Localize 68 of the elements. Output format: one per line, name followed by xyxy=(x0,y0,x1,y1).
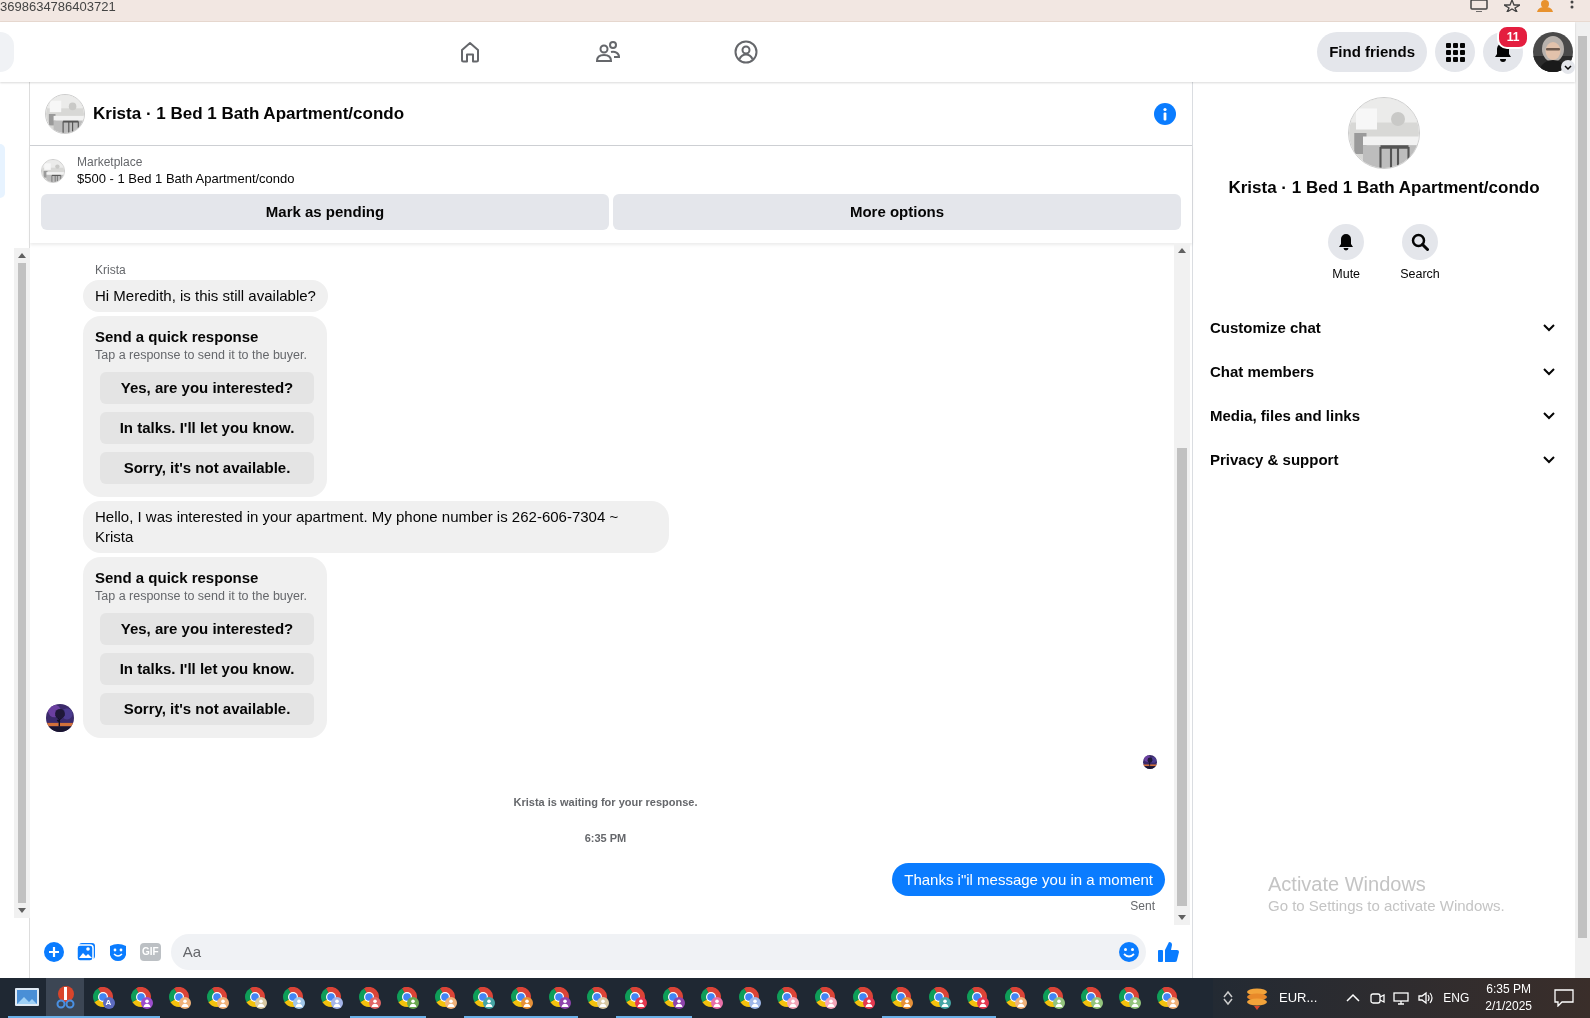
mute-button[interactable] xyxy=(1328,224,1365,260)
photo-viewer-icon[interactable] xyxy=(15,988,39,1006)
clock-time[interactable]: 6:35 PM xyxy=(1485,981,1532,998)
coins-icon[interactable] xyxy=(1244,986,1269,1010)
search-icon xyxy=(1411,233,1429,251)
find-friends-button[interactable]: Find friends xyxy=(1317,32,1427,72)
clock-date[interactable]: 2/1/2025 xyxy=(1485,998,1532,1015)
friends-icon[interactable] xyxy=(595,39,621,65)
section-row[interactable]: Privacy & support xyxy=(1193,438,1575,482)
search-label: Search xyxy=(1400,266,1440,282)
conversation-title: Krista · 1 Bed 1 Bath Apartment/condo xyxy=(1227,177,1541,199)
message-bubble: Thanks i"il message you in a moment xyxy=(892,863,1165,896)
activation-title: Activate Windows xyxy=(1268,872,1427,896)
bell-icon xyxy=(1337,233,1356,251)
more-options-button[interactable]: More options xyxy=(613,194,1181,230)
star-icon[interactable] xyxy=(1504,0,1520,12)
activation-text: Go to Settings to activate Windows. xyxy=(1268,896,1505,916)
notification-badge: 11 xyxy=(1497,25,1529,49)
section-row[interactable]: Media, files and links xyxy=(1193,394,1575,438)
info-icon[interactable] xyxy=(1154,102,1176,125)
scissors-icon[interactable] xyxy=(54,985,76,1009)
quick-response-subtitle: Tap a response to send it to the buyer. xyxy=(95,347,308,363)
message-bubble: Hello, I was interested in your apartment. My phone number is 262-606-7304 ~ Krista xyxy=(83,501,669,553)
quick-response-title: Send a quick response xyxy=(95,568,260,588)
monitor-icon[interactable] xyxy=(1470,0,1488,12)
sent-status: Sent xyxy=(1130,899,1155,913)
mark-pending-button[interactable]: Mark as pending xyxy=(41,194,609,230)
menu-button[interactable] xyxy=(1435,32,1475,72)
grid-icon xyxy=(1445,42,1465,62)
language-indicator[interactable]: ENG xyxy=(1443,989,1470,1007)
widget-text[interactable]: EUR... xyxy=(1278,988,1318,1008)
chevron-down-icon[interactable] xyxy=(1222,998,1233,1006)
mute-label: Mute xyxy=(1332,266,1361,282)
chevron-down-icon[interactable] xyxy=(1561,60,1575,74)
quick-reply-button[interactable]: Sorry, it's not available. xyxy=(100,452,314,484)
sticker-icon[interactable] xyxy=(108,941,128,962)
thumbs-up-icon[interactable] xyxy=(1157,940,1179,963)
waiting-notice: Krista is waiting for your response. xyxy=(512,795,699,809)
listing-title: $500 - 1 Bed 1 Bath Apartment/condo xyxy=(77,170,295,188)
photo-icon[interactable] xyxy=(76,941,96,962)
listing-source: Marketplace xyxy=(77,154,144,170)
chat-title: Krista · 1 Bed 1 Bath Apartment/condo xyxy=(93,102,406,125)
network-icon[interactable] xyxy=(1393,990,1410,1006)
message-input[interactable]: Aa xyxy=(170,933,1146,970)
chevron-up-icon[interactable] xyxy=(1222,990,1233,998)
emoji-icon[interactable] xyxy=(1118,940,1140,963)
search-button[interactable] xyxy=(1402,224,1438,260)
plus-icon[interactable] xyxy=(44,941,64,962)
quick-reply-button[interactable]: Yes, are you interested? xyxy=(100,613,314,645)
camera-icon[interactable] xyxy=(1369,990,1386,1006)
notification-icon[interactable] xyxy=(1554,989,1574,1007)
scrollbar[interactable] xyxy=(1575,22,1590,978)
scrollbar[interactable] xyxy=(14,248,30,918)
people-circle-icon[interactable] xyxy=(733,39,759,65)
message-bubble: Hi Meredith, is this still available? xyxy=(83,280,328,312)
section-row[interactable]: Chat members xyxy=(1193,350,1575,394)
quick-reply-button[interactable]: Yes, are you interested? xyxy=(100,372,314,404)
quick-response-subtitle: Tap a response to send it to the buyer. xyxy=(95,588,308,604)
quick-reply-button[interactable]: In talks. I'll let you know. xyxy=(100,412,314,444)
quick-response-title: Send a quick response xyxy=(95,327,260,347)
scrollbar[interactable] xyxy=(1174,243,1190,925)
sender-name: Krista xyxy=(95,262,127,278)
timestamp: 6:35 PM xyxy=(583,831,628,845)
address-text: 3698634786403721 xyxy=(0,0,116,13)
quick-reply-button[interactable]: Sorry, it's not available. xyxy=(100,693,314,725)
section-row[interactable]: Customize chat xyxy=(1193,306,1575,350)
speaker-icon[interactable] xyxy=(1417,990,1434,1006)
quick-reply-button[interactable]: In talks. I'll let you know. xyxy=(100,653,314,685)
